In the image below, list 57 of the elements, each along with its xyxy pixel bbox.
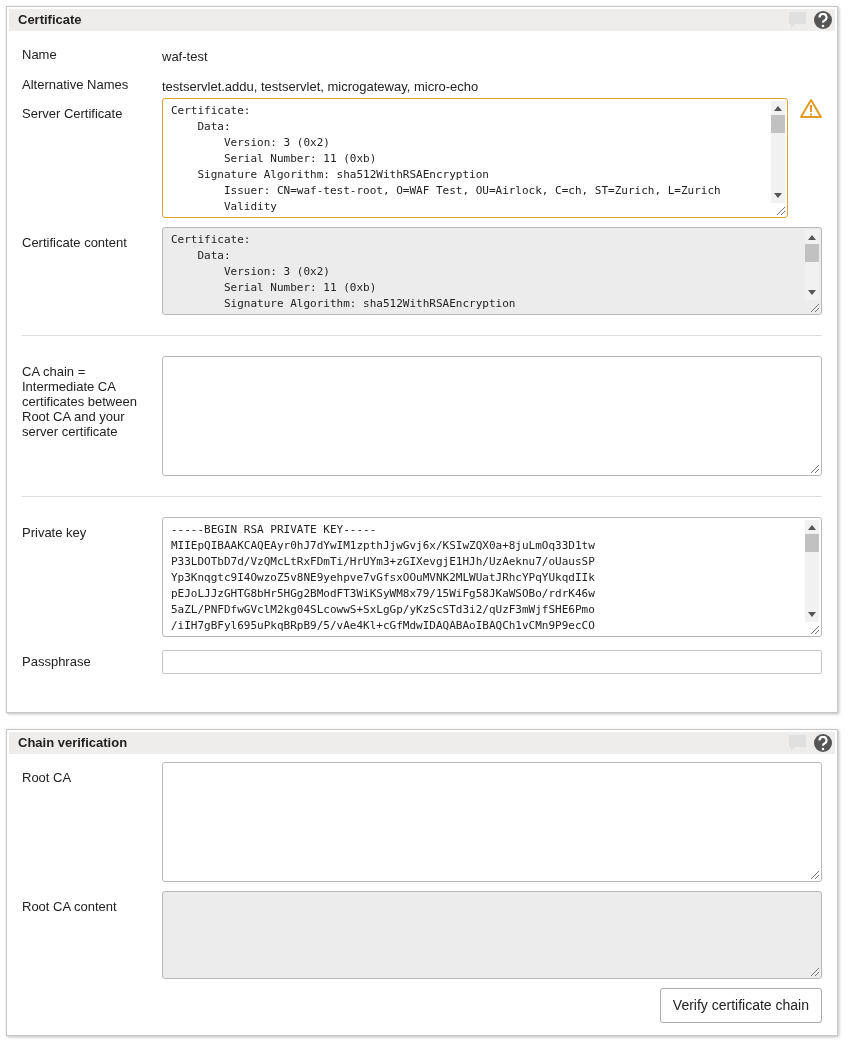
resize-grip-icon	[809, 302, 819, 312]
text-line: Validity	[222, 199, 278, 215]
field-label: Name	[22, 46, 58, 62]
resize-grip-icon	[809, 624, 819, 634]
field-value: testservlet.addu, testservlet, microgateway, micro-echo	[162, 77, 479, 96]
text-area[interactable]: Certificate: Data: Version: 3 (0x2) Serial Number: 11 (0xb) Signature Algorithm: sha512WithRSAEncryption Issuer: CN=waf-test-root, O=WAF Test, OU=Airlock, C=ch, ST=Zurich, L=Zurich Validity	[162, 98, 788, 218]
scroll-up-icon	[774, 105, 782, 111]
resize-grip-icon	[775, 205, 785, 215]
text-line: Data:	[196, 248, 232, 264]
warning-icon	[800, 98, 822, 118]
field-label: Passphrase	[22, 653, 92, 669]
text-line: Version: 3 (0x2)	[222, 135, 331, 151]
text-line: P33LDOTbD7d/VzQMcLtRxFDmTi/HrUYm3+zGIXevgjE1HJh/UzAeknu7/oUausSP	[171, 554, 596, 570]
text-line: 5aZL/PNFDfwGVclM2kg04SLcowwS+SxLgGp/yKzScSTd3i2/qUzF3mWjfSHE6Pmo	[171, 602, 596, 618]
panel-title: Certificate	[18, 11, 83, 30]
scrollbar[interactable]	[805, 520, 819, 622]
field-value: waf-test	[162, 48, 208, 66]
scroll-down-icon	[774, 193, 782, 199]
scroll-up-icon	[808, 234, 816, 240]
panel-title: Chain verification	[18, 734, 129, 753]
scrollbar-thumb[interactable]	[771, 115, 785, 133]
help-icon[interactable]	[814, 11, 832, 29]
text-line: Certificate:	[171, 103, 252, 119]
field-label: CA chain = Intermediate CA certificates between Root CA and your server certificate	[22, 363, 138, 439]
text-line: Serial Number: 11 (0xb)	[222, 151, 378, 167]
scrollbar[interactable]	[771, 101, 785, 203]
field-label: Root CA	[22, 769, 73, 785]
text-line: Yp3Knqgtc9I4OwzoZ5v8NE9yehpve7vGfsxOOuMVNK2MLWUatJRhcYPqYUkqdIIk	[171, 570, 596, 586]
text-line: pEJoLJJzGHTG8bHr5HGg2BModFT3WiKSyWM8x79/15WiFg58JKaWSOBo/rdrK46w	[171, 586, 596, 602]
resize-grip-icon	[809, 463, 819, 473]
field-label: Certificate content	[22, 234, 128, 250]
verify-button[interactable]: Verify certificate chain	[659, 988, 822, 1023]
field-label: Alternative Names	[22, 75, 130, 92]
scrollbar[interactable]	[805, 230, 819, 300]
field-label: Root CA content	[22, 898, 118, 914]
help-icon[interactable]	[814, 734, 832, 752]
field-label: Private key	[22, 524, 88, 540]
scrollbar-thumb[interactable]	[805, 534, 819, 552]
text-line: Version: 3 (0x2)	[222, 264, 331, 280]
resize-grip-icon	[809, 966, 819, 976]
text-line: Signature Algorithm: sha512WithRSAEncryption	[222, 296, 517, 312]
text-line: Certificate:	[171, 232, 252, 248]
text-line: /iIH7gBFyl695uPkqBRpB9/5/vAe4Kl+cGfMdwIDAQABAoIBAQCh1vCMn9P9ecCO	[171, 618, 596, 634]
scroll-down-icon	[808, 612, 816, 618]
scroll-down-icon	[808, 290, 816, 296]
field-label: Server Certificate	[22, 105, 124, 121]
passphrase-field[interactable]	[162, 650, 822, 674]
text-line: Signature Algorithm: sha512WithRSAEncryption	[196, 167, 490, 183]
text-line: MIIEpQIBAAKCAQEAyr0hJ7dYwIM1zpthJjwGvj6x/KSIwZQX0a+8juLmOq33D1tw	[171, 538, 596, 554]
text-line: Data:	[196, 119, 232, 135]
resize-grip-icon	[809, 869, 819, 879]
text-line: -----BEGIN RSA PRIVATE KEY-----	[171, 522, 378, 538]
scroll-up-icon	[808, 524, 816, 530]
text-line: Serial Number: 11 (0xb)	[222, 280, 378, 296]
text-area[interactable]	[162, 517, 822, 637]
text-line: Issuer: CN=waf-test-root, O=WAF Test, OU=Airlock, C=ch, ST=Zurich, L=Zurich	[222, 183, 722, 199]
scrollbar-thumb[interactable]	[805, 244, 819, 262]
